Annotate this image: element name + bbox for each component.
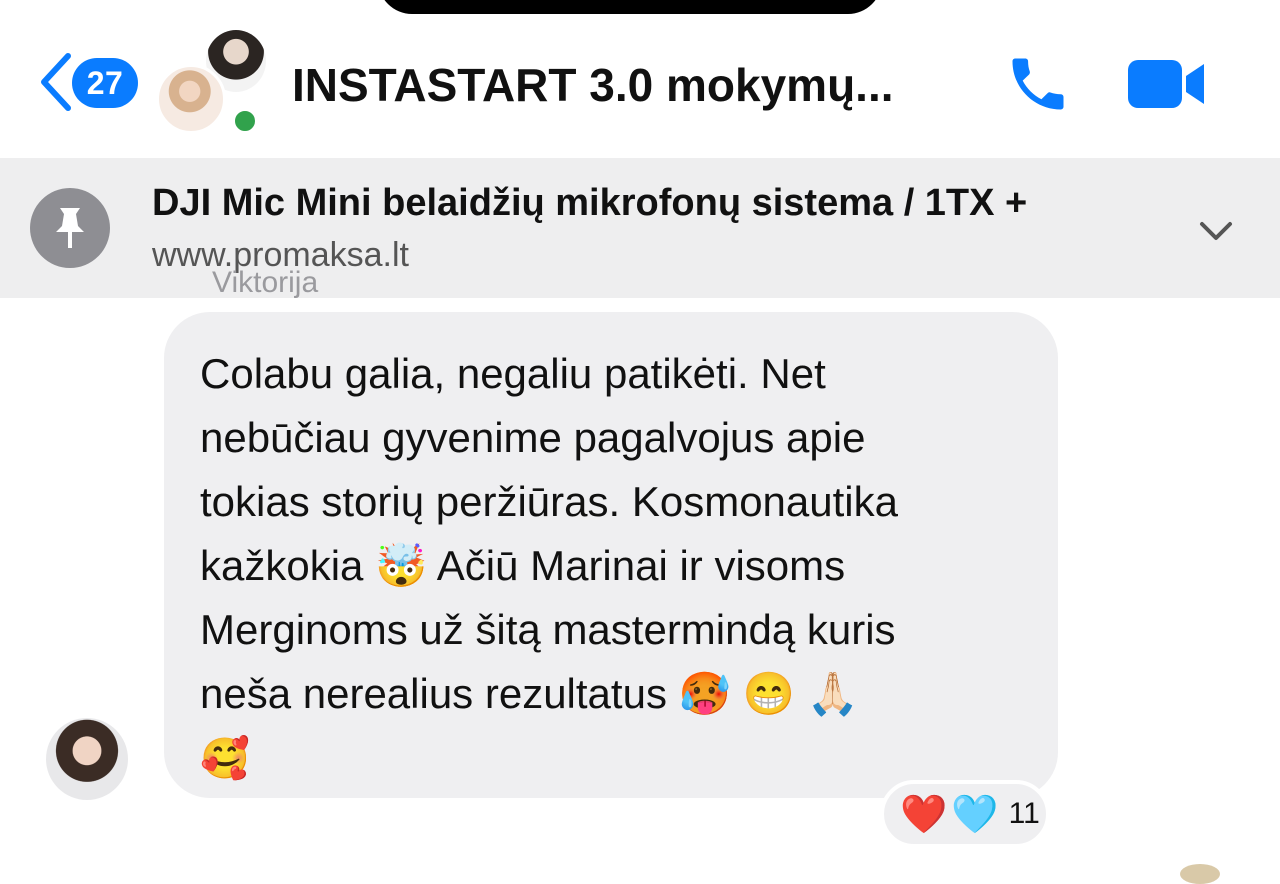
online-indicator <box>230 106 260 136</box>
reactions-pill[interactable]: ❤️ 🩵 11 <box>880 780 1050 848</box>
light-blue-heart-reaction-icon: 🩵 <box>951 792 999 836</box>
reaction-count: 11 <box>1008 797 1040 830</box>
group-avatar[interactable] <box>152 28 272 138</box>
video-camera-icon <box>1128 60 1204 108</box>
message-line: kažkokia 🤯 Ačiū Marinai ir visoms <box>200 542 846 589</box>
message-text: Colabu galia, negaliu patikėti. Net nebū… <box>200 342 1022 791</box>
unread-count-badge[interactable]: 27 <box>72 58 138 108</box>
message-line: tokias storių peržiūras. Kosmonautika <box>200 478 898 525</box>
message-bubble[interactable]: Colabu galia, negaliu patikėti. Net nebū… <box>164 312 1058 798</box>
message-line: neša nerealius rezultatus 🥵 😁 🙏🏻 <box>200 670 859 717</box>
device-notch <box>378 0 882 14</box>
pinned-message-banner[interactable]: DJI Mic Mini belaidžių mikrofonų sistema… <box>0 158 1280 298</box>
pinned-title: DJI Mic Mini belaidžių mikrofonų sistema… <box>152 182 1028 224</box>
video-call-button[interactable] <box>1126 56 1208 112</box>
pin-icon <box>56 208 84 248</box>
sender-name: Viktorija <box>212 266 319 299</box>
back-button[interactable] <box>36 52 76 112</box>
read-receipt-avatar <box>1180 864 1220 884</box>
heart-reaction-icon: ❤️ <box>900 792 948 836</box>
chevron-down-icon[interactable] <box>1196 218 1236 244</box>
phone-icon <box>1012 58 1064 110</box>
pin-icon-circle <box>30 188 110 268</box>
message-line: 🥰 <box>200 736 250 782</box>
audio-call-button[interactable] <box>1004 50 1072 118</box>
message-line: nebūčiau gyvenime pagalvojus apie <box>200 414 866 461</box>
message-line: Colabu galia, negaliu patikėti. Net <box>200 350 826 397</box>
member-avatar-front <box>156 64 226 134</box>
chat-title[interactable]: INSTASTART 3.0 mokymų... <box>292 58 894 112</box>
message-line: Merginoms už šitą mastermindą kuris <box>200 606 896 653</box>
sender-avatar[interactable] <box>46 718 128 800</box>
chevron-left-icon <box>41 53 71 111</box>
